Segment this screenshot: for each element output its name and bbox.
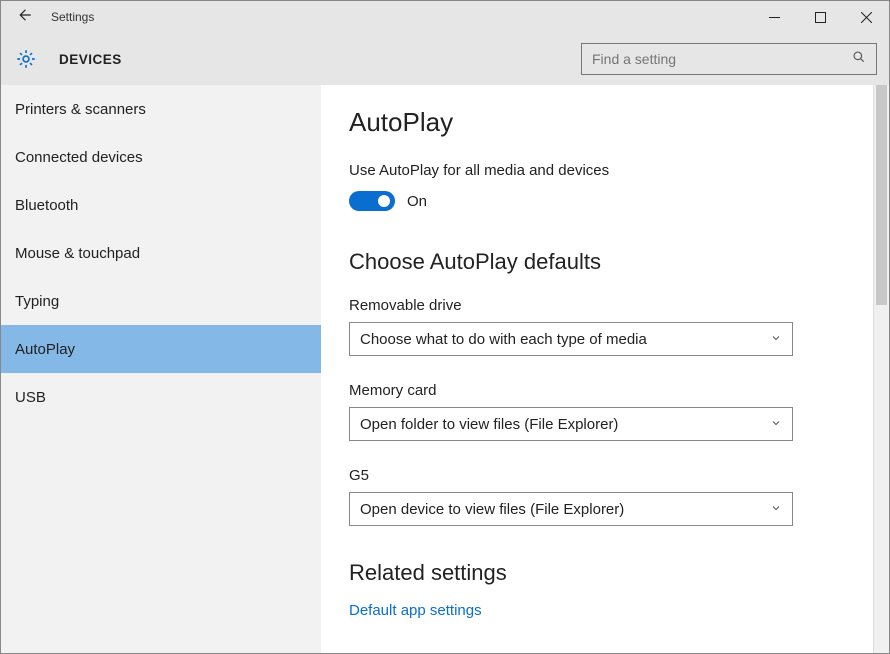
g5-select[interactable]: Open device to view files (File Explorer… bbox=[349, 492, 793, 526]
field-label: G5 bbox=[349, 467, 845, 484]
removable-drive-select[interactable]: Choose what to do with each type of medi… bbox=[349, 322, 793, 356]
settings-window: Settings DEVICES bbox=[0, 0, 890, 654]
section-title: DEVICES bbox=[59, 52, 122, 67]
field-label: Memory card bbox=[349, 382, 845, 399]
field-label: Removable drive bbox=[349, 297, 845, 314]
select-value: Open folder to view files (File Explorer… bbox=[360, 416, 618, 433]
body: Printers & scanners Connected devices Bl… bbox=[1, 85, 889, 653]
chevron-down-icon bbox=[770, 331, 782, 348]
sidebar-item-mouse-touchpad[interactable]: Mouse & touchpad bbox=[1, 229, 321, 277]
toggle-label: Use AutoPlay for all media and devices bbox=[349, 162, 845, 179]
default-app-settings-link[interactable]: Default app settings bbox=[349, 602, 845, 619]
window-controls bbox=[751, 1, 889, 33]
sidebar-item-label: Mouse & touchpad bbox=[15, 245, 140, 262]
select-value: Open device to view files (File Explorer… bbox=[360, 501, 624, 518]
search-input[interactable] bbox=[592, 51, 852, 67]
field-g5: G5 Open device to view files (File Explo… bbox=[349, 467, 845, 526]
related-heading: Related settings bbox=[349, 560, 845, 586]
autoplay-toggle[interactable] bbox=[349, 191, 395, 211]
sidebar: Printers & scanners Connected devices Bl… bbox=[1, 85, 321, 653]
toggle-row: On bbox=[349, 191, 845, 211]
toggle-state: On bbox=[407, 193, 427, 210]
sidebar-item-label: Bluetooth bbox=[15, 197, 78, 214]
maximize-button[interactable] bbox=[797, 1, 843, 33]
close-button[interactable] bbox=[843, 1, 889, 33]
page-title: AutoPlay bbox=[349, 107, 845, 138]
sidebar-item-label: AutoPlay bbox=[15, 341, 75, 358]
scrollbar[interactable] bbox=[873, 85, 889, 653]
field-removable-drive: Removable drive Choose what to do with e… bbox=[349, 297, 845, 356]
sidebar-item-printers-scanners[interactable]: Printers & scanners bbox=[1, 85, 321, 133]
select-value: Choose what to do with each type of medi… bbox=[360, 331, 647, 348]
titlebar: Settings bbox=[1, 1, 889, 33]
sidebar-item-bluetooth[interactable]: Bluetooth bbox=[1, 181, 321, 229]
field-memory-card: Memory card Open folder to view files (F… bbox=[349, 382, 845, 441]
minimize-button[interactable] bbox=[751, 1, 797, 33]
sidebar-item-typing[interactable]: Typing bbox=[1, 277, 321, 325]
chevron-down-icon bbox=[770, 501, 782, 518]
defaults-heading: Choose AutoPlay defaults bbox=[349, 249, 845, 275]
sidebar-item-label: USB bbox=[15, 389, 46, 406]
main-content: AutoPlay Use AutoPlay for all media and … bbox=[321, 85, 873, 653]
scrollbar-thumb[interactable] bbox=[876, 85, 887, 305]
sidebar-item-usb[interactable]: USB bbox=[1, 373, 321, 421]
sidebar-item-autoplay[interactable]: AutoPlay bbox=[1, 325, 321, 373]
sidebar-item-label: Connected devices bbox=[15, 149, 143, 166]
sidebar-item-label: Typing bbox=[15, 293, 59, 310]
sidebar-item-label: Printers & scanners bbox=[15, 101, 146, 118]
window-title: Settings bbox=[51, 10, 94, 24]
search-box[interactable] bbox=[581, 43, 877, 75]
memory-card-select[interactable]: Open folder to view files (File Explorer… bbox=[349, 407, 793, 441]
search-icon bbox=[852, 50, 866, 69]
header: DEVICES bbox=[1, 33, 889, 85]
main-wrap: AutoPlay Use AutoPlay for all media and … bbox=[321, 85, 889, 653]
chevron-down-icon bbox=[770, 416, 782, 433]
back-icon[interactable] bbox=[15, 6, 33, 29]
titlebar-left: Settings bbox=[1, 6, 94, 29]
sidebar-item-connected-devices[interactable]: Connected devices bbox=[1, 133, 321, 181]
gear-icon bbox=[15, 48, 37, 70]
